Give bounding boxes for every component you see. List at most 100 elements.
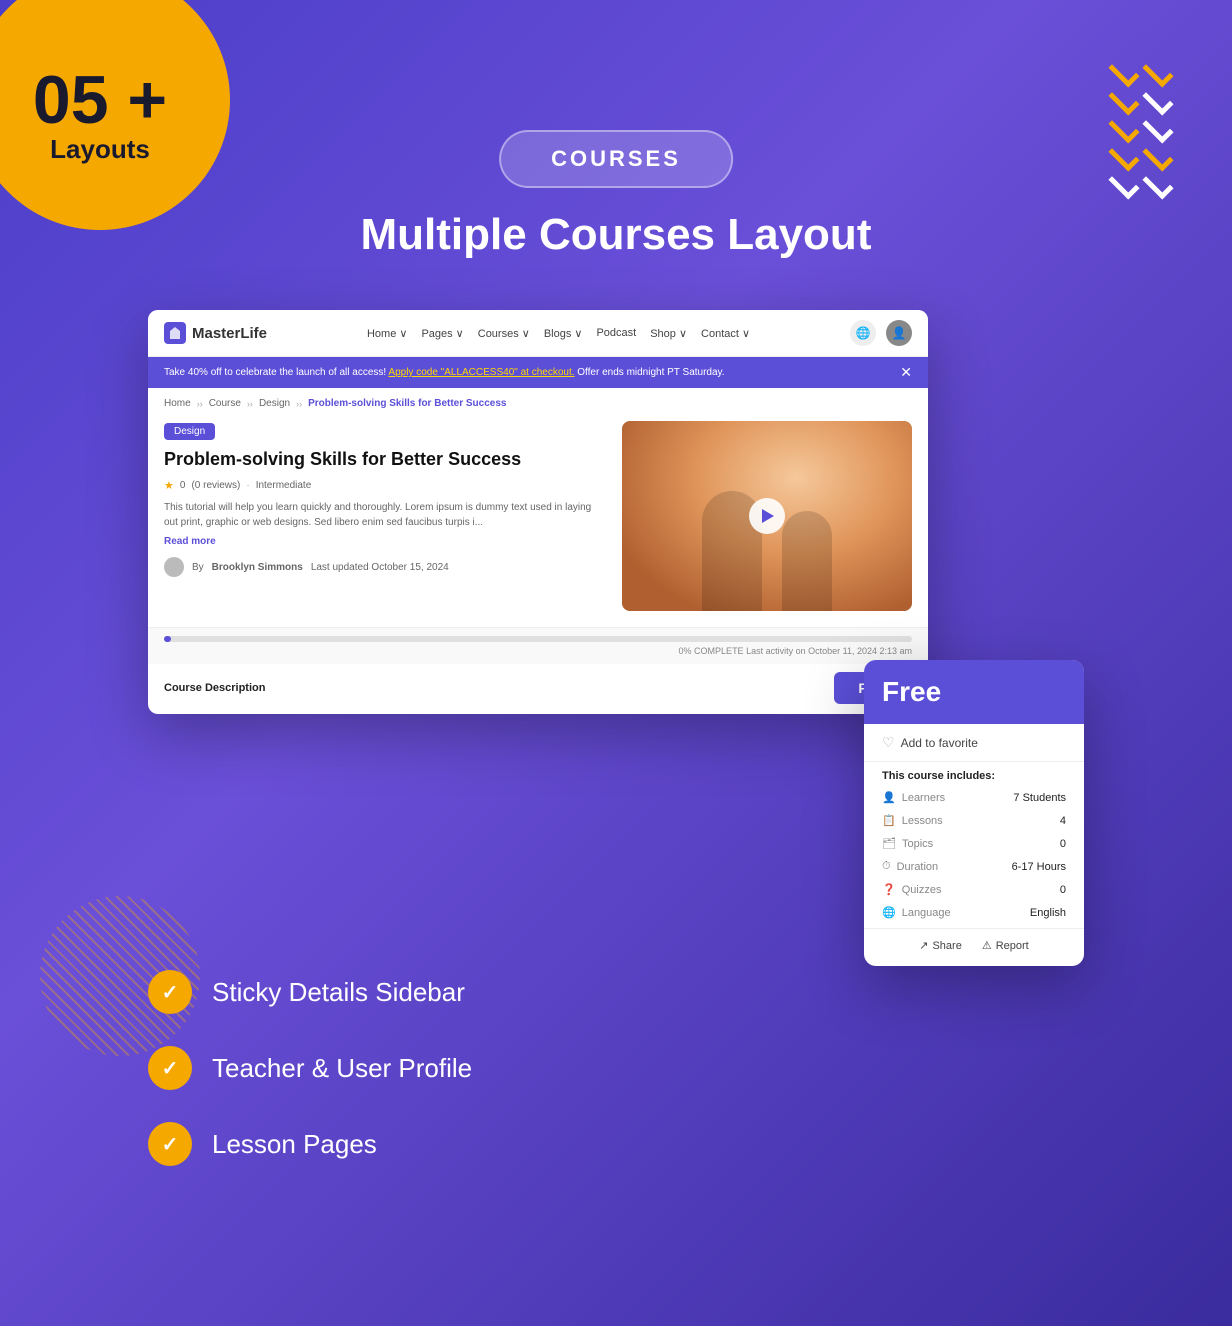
badge-number: 05 + — [33, 66, 167, 134]
breadcrumb: Home ›› Course ›› Design ›› Problem-solv… — [148, 388, 928, 413]
heart-icon: ♡ — [882, 734, 895, 751]
badge-circle: 05 + Layouts — [0, 0, 230, 230]
features-list: ✓ Sticky Details Sidebar ✓ Teacher & Use… — [148, 970, 472, 1166]
feature-text-2: Teacher & User Profile — [212, 1053, 472, 1084]
nav-contact[interactable]: Contact ∨ — [701, 327, 750, 340]
author-avatar — [164, 557, 184, 577]
card-actions: ↗ Share ⚠ Report — [864, 928, 1084, 966]
badge-label: Layouts — [50, 134, 150, 165]
bottom-row: Course Description Free — [148, 664, 928, 714]
favorite-label: Add to favorite — [901, 736, 978, 750]
chevron-icon — [1142, 168, 1173, 199]
feature-text-1: Sticky Details Sidebar — [212, 977, 465, 1008]
course-level: Intermediate — [256, 480, 312, 491]
course-image-area — [622, 421, 912, 611]
rating-value: 0 — [180, 480, 186, 491]
duration-value: 6-17 Hours — [1012, 861, 1066, 873]
promo-text: Take 40% off to celebrate the launch of … — [164, 367, 725, 378]
topics-icon: 🗂 — [882, 837, 896, 850]
nav-pages[interactable]: Pages ∨ — [421, 327, 463, 340]
progress-fill — [164, 636, 171, 642]
globe-icon[interactable]: 🌐 — [850, 320, 876, 346]
topics-label: 🗂 Topics — [882, 837, 933, 850]
chevron-icon — [1108, 140, 1139, 171]
nav-links: Home ∨ Pages ∨ Courses ∨ Blogs ∨ Podcast… — [367, 327, 750, 340]
breadcrumb-course[interactable]: Course — [209, 398, 241, 409]
card-row-language: 🌐 Language English — [864, 901, 1084, 924]
report-icon: ⚠ — [982, 939, 992, 952]
feature-item-1: ✓ Sticky Details Sidebar — [148, 970, 472, 1014]
card-price: Free — [882, 676, 1066, 708]
language-value: English — [1030, 907, 1066, 919]
learners-icon: 👤 — [882, 791, 896, 804]
check-circle-3: ✓ — [148, 1122, 192, 1166]
card-row-learners: 👤 Learners 7 Students — [864, 786, 1084, 809]
star-icon: ★ — [164, 479, 174, 492]
page-title: Multiple Courses Layout — [361, 210, 872, 260]
report-button[interactable]: ⚠ Report — [982, 939, 1029, 952]
add-to-favorite-button[interactable]: ♡ Add to favorite — [864, 724, 1084, 762]
breadcrumb-design[interactable]: Design — [259, 398, 290, 409]
feature-text-3: Lesson Pages — [212, 1129, 377, 1160]
lessons-value: 4 — [1060, 815, 1066, 827]
learners-label: 👤 Learners — [882, 791, 945, 804]
chevron-icon — [1142, 112, 1173, 143]
author-prefix: By — [192, 562, 204, 573]
breadcrumb-sep: ›› — [247, 399, 253, 409]
nav-home[interactable]: Home ∨ — [367, 327, 407, 340]
progress-bar-wrap — [164, 636, 912, 642]
play-icon — [762, 509, 774, 523]
breadcrumb-home[interactable]: Home — [164, 398, 191, 409]
nav-blogs[interactable]: Blogs ∨ — [544, 327, 583, 340]
quizzes-icon: ❓ — [882, 883, 896, 896]
quizzes-label: ❓ Quizzes — [882, 883, 941, 896]
duration-label: ⏱ Duration — [882, 860, 938, 873]
language-label: 🌐 Language — [882, 906, 951, 919]
course-rating: ★ 0 (0 reviews) · Intermediate — [164, 479, 606, 492]
card-row-lessons: 📋 Lessons 4 — [864, 809, 1084, 832]
play-button[interactable] — [749, 498, 785, 534]
chevron-icon — [1142, 84, 1173, 115]
learners-value: 7 Students — [1013, 792, 1066, 804]
share-button[interactable]: ↗ Share — [919, 939, 962, 952]
nav-podcast[interactable]: Podcast — [596, 327, 636, 340]
card-row-duration: ⏱ Duration 6-17 Hours — [864, 855, 1084, 878]
course-badge: Design — [164, 423, 215, 440]
course-left: Design Problem-solving Skills for Better… — [164, 421, 606, 611]
brand-name: MasterLife — [192, 325, 267, 342]
person-silhouette — [782, 511, 832, 611]
nav-icons: 🌐 👤 — [850, 320, 912, 346]
course-title: Problem-solving Skills for Better Succes… — [164, 448, 606, 471]
courses-pill: COURSES — [499, 130, 733, 188]
chevron-icon — [1108, 56, 1139, 87]
lessons-icon: 📋 — [882, 814, 896, 827]
nav-shop[interactable]: Shop ∨ — [650, 327, 687, 340]
check-circle-1: ✓ — [148, 970, 192, 1014]
feature-item-2: ✓ Teacher & User Profile — [148, 1046, 472, 1090]
checkmark-icon: ✓ — [162, 1132, 179, 1157]
chevron-icon — [1142, 56, 1173, 87]
sidebar-card: Free ♡ Add to favorite This course inclu… — [864, 660, 1084, 966]
promo-bar: Take 40% off to celebrate the launch of … — [148, 357, 928, 388]
chevron-icon — [1142, 140, 1173, 171]
course-desc-label: Course Description — [164, 682, 265, 694]
promo-link[interactable]: Apply code "ALLACCESS40" at checkout. — [388, 367, 574, 378]
promo-close-button[interactable]: ✕ — [900, 364, 912, 381]
progress-text: 0% COMPLETE Last activity on October 11,… — [164, 646, 912, 656]
review-count: (0 reviews) — [191, 480, 240, 491]
author-row: By Brooklyn Simmons Last updated October… — [164, 557, 606, 577]
user-avatar[interactable]: 👤 — [886, 320, 912, 346]
nav-courses[interactable]: Courses ∨ — [478, 327, 530, 340]
check-circle-2: ✓ — [148, 1046, 192, 1090]
read-more-link[interactable]: Read more — [164, 536, 606, 547]
checkmark-icon: ✓ — [162, 980, 179, 1005]
card-includes-label: This course includes: — [864, 762, 1084, 786]
brand-icon — [164, 322, 186, 344]
browser-nav: MasterLife Home ∨ Pages ∨ Courses ∨ Blog… — [148, 310, 928, 357]
brand-logo: MasterLife — [164, 322, 267, 344]
language-icon: 🌐 — [882, 906, 896, 919]
browser-mockup: MasterLife Home ∨ Pages ∨ Courses ∨ Blog… — [148, 310, 928, 714]
card-header: Free — [864, 660, 1084, 724]
lessons-label: 📋 Lessons — [882, 814, 943, 827]
breadcrumb-current: Problem-solving Skills for Better Succes… — [308, 398, 506, 409]
